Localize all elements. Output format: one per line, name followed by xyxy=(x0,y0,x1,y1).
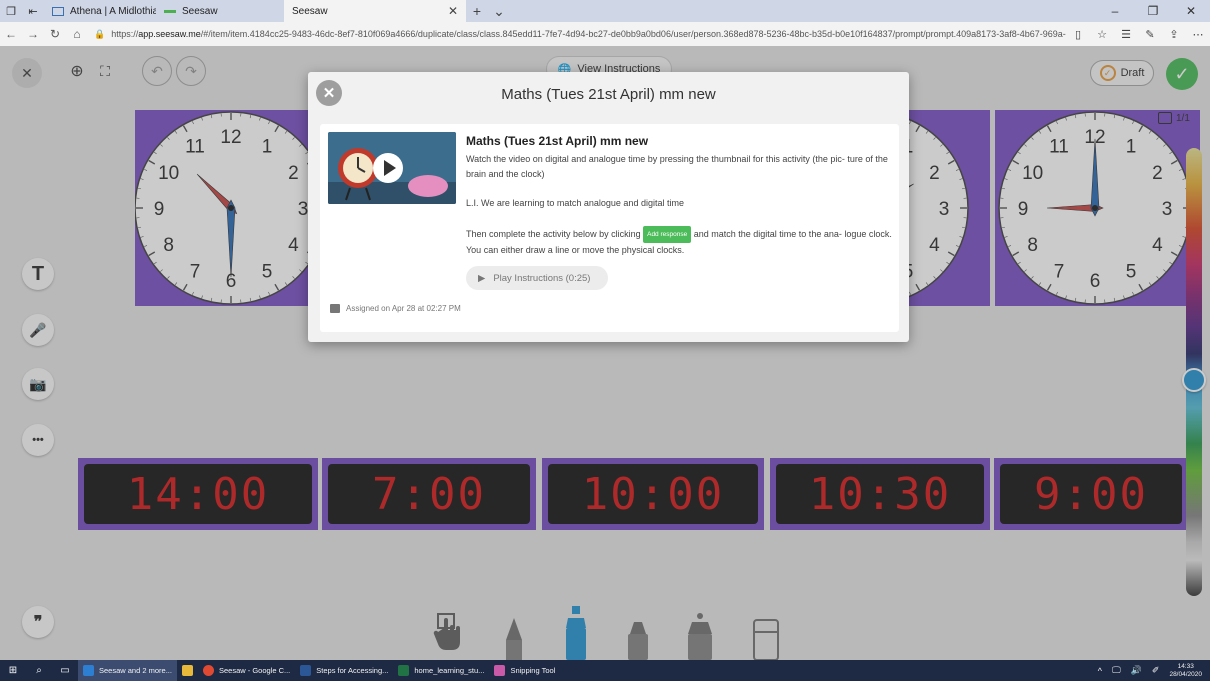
tab-seesaw-1[interactable]: Seesaw xyxy=(156,0,284,22)
tab-label: Athena | A Midlothian Grid xyxy=(70,5,156,17)
modal-title: Maths (Tues 21st April) mm new xyxy=(501,85,716,103)
address-bar: ← → ↻ ⌂ 🔒 https://app.seesaw.me/#/item/i… xyxy=(0,22,1210,46)
task-view-icon[interactable]: ▭ xyxy=(52,665,78,676)
taskbar-item-excel[interactable]: home_learning_stu... xyxy=(393,660,489,681)
pen-icon[interactable]: ✎ xyxy=(1138,28,1162,41)
tray-clock[interactable]: 14:33 28/04/2020 xyxy=(1169,663,1202,679)
browser-tab-bar: ❐ ⇤ Athena | A Midlothian Grid Seesaw Se… xyxy=(0,0,1210,22)
tab-athena[interactable]: Athena | A Midlothian Grid xyxy=(44,0,156,22)
seesaw-icon xyxy=(164,9,176,13)
favorites-list-icon[interactable]: ☰ xyxy=(1114,28,1138,41)
pen-tray-icon[interactable]: ✐ xyxy=(1152,665,1160,676)
tab-label: Seesaw xyxy=(292,5,328,17)
tab-preview-icon[interactable]: ⇤ xyxy=(22,0,44,22)
activity-card: Maths (Tues 21st April) mm new Watch the… xyxy=(320,124,899,332)
taskbar-label: Seesaw and 2 more... xyxy=(99,666,172,675)
maximize-icon[interactable]: ❐ xyxy=(1134,4,1172,18)
excel-icon xyxy=(398,665,410,676)
tab-label: Seesaw xyxy=(182,5,218,17)
volume-icon[interactable]: 🔊 xyxy=(1131,665,1142,676)
taskbar-label: Steps for Accessing... xyxy=(316,666,389,675)
taskbar-item-word[interactable]: Steps for Accessing... xyxy=(295,660,393,681)
calendar-icon xyxy=(330,304,340,313)
page-icon xyxy=(52,6,64,16)
tab-seesaw-active[interactable]: Seesaw ✕ xyxy=(284,0,466,22)
para3-before: Then complete the activity below by clic… xyxy=(466,229,641,239)
taskbar-item-explorer[interactable] xyxy=(177,660,198,681)
reading-view-icon[interactable]: ▯ xyxy=(1066,28,1090,41)
share-icon[interactable]: ⇪ xyxy=(1162,28,1186,41)
refresh-icon[interactable]: ↻ xyxy=(44,27,66,41)
snipping-tool-icon xyxy=(494,665,506,676)
tab-actions-icon[interactable]: ❐ xyxy=(0,0,22,22)
home-icon[interactable]: ⌂ xyxy=(66,27,88,41)
play-instructions-button[interactable]: ▶ Play Instructions (0:25) xyxy=(466,266,608,290)
instructions-modal: Maths (Tues 21st April) mm new ✕ Maths (… xyxy=(308,72,909,342)
network-icon[interactable]: 🖵 xyxy=(1112,665,1121,676)
play-icon: ▶ xyxy=(478,272,486,284)
system-tray: ^ 🖵 🔊 ✐ 14:33 28/04/2020 xyxy=(1098,663,1210,679)
tray-date: 28/04/2020 xyxy=(1169,670,1202,678)
url-field[interactable]: 🔒 https://app.seesaw.me/#/item/item.4184… xyxy=(88,25,1066,43)
windows-taskbar: ⊞ ⌕ ▭ Seesaw and 2 more... Seesaw - Goog… xyxy=(0,660,1210,681)
taskbar-item-snipping[interactable]: Snipping Tool xyxy=(489,660,560,681)
card-title: Maths (Tues 21st April) mm new xyxy=(466,134,649,148)
close-window-icon[interactable]: ✕ xyxy=(1172,4,1210,18)
favorite-star-icon[interactable]: ☆ xyxy=(1090,28,1114,41)
video-thumbnail[interactable] xyxy=(328,132,456,204)
taskbar-item-chrome[interactable]: Seesaw - Google C... xyxy=(198,660,295,681)
video-thumbnail-image xyxy=(328,132,456,204)
url-domain: app.seesaw.me xyxy=(138,29,201,39)
word-icon xyxy=(300,665,312,676)
windows-start-icon[interactable]: ⊞ xyxy=(0,665,26,676)
chevron-down-icon[interactable]: ⌄ xyxy=(488,3,510,20)
play-instructions-label: Play Instructions (0:25) xyxy=(493,272,591,284)
taskbar-label: Snipping Tool xyxy=(510,666,556,675)
forward-icon[interactable]: → xyxy=(22,27,44,41)
instruction-paragraph-2: L.I. We are learning to match analogue a… xyxy=(466,198,684,208)
chrome-icon xyxy=(202,665,214,676)
edge-icon xyxy=(83,665,94,676)
url-path: /#/item/item.4184cc25-9483-46dc-8ef7-810… xyxy=(200,29,1066,39)
chevron-up-icon[interactable]: ^ xyxy=(1098,666,1102,676)
modal-close-icon[interactable]: ✕ xyxy=(316,80,342,106)
url-prefix: https:// xyxy=(111,29,139,39)
assigned-label: Assigned on Apr 28 at 02:27 PM xyxy=(346,304,461,313)
taskbar-item-edge[interactable]: Seesaw and 2 more... xyxy=(78,660,177,681)
taskbar-label: home_learning_stu... xyxy=(414,666,485,675)
file-explorer-icon xyxy=(181,665,193,676)
close-tab-icon[interactable]: ✕ xyxy=(448,4,458,18)
instruction-paragraph-3: Then complete the activity below by clic… xyxy=(466,226,894,258)
more-icon[interactable]: ⋯ xyxy=(1186,28,1210,41)
add-response-badge: Add response xyxy=(643,226,692,243)
new-tab-button[interactable]: + xyxy=(466,3,488,19)
window-controls: – ❐ ✕ xyxy=(1096,4,1210,18)
instruction-paragraph-1: Watch the video on digital and analogue … xyxy=(466,154,888,179)
lock-icon: 🔒 xyxy=(94,28,106,39)
search-icon[interactable]: ⌕ xyxy=(26,665,52,676)
assigned-date: Assigned on Apr 28 at 02:27 PM xyxy=(330,304,461,313)
tray-time: 14:33 xyxy=(1177,662,1194,670)
minimize-icon[interactable]: – xyxy=(1096,4,1134,18)
taskbar-label: Seesaw - Google C... xyxy=(218,666,291,675)
back-icon[interactable]: ← xyxy=(0,27,22,41)
